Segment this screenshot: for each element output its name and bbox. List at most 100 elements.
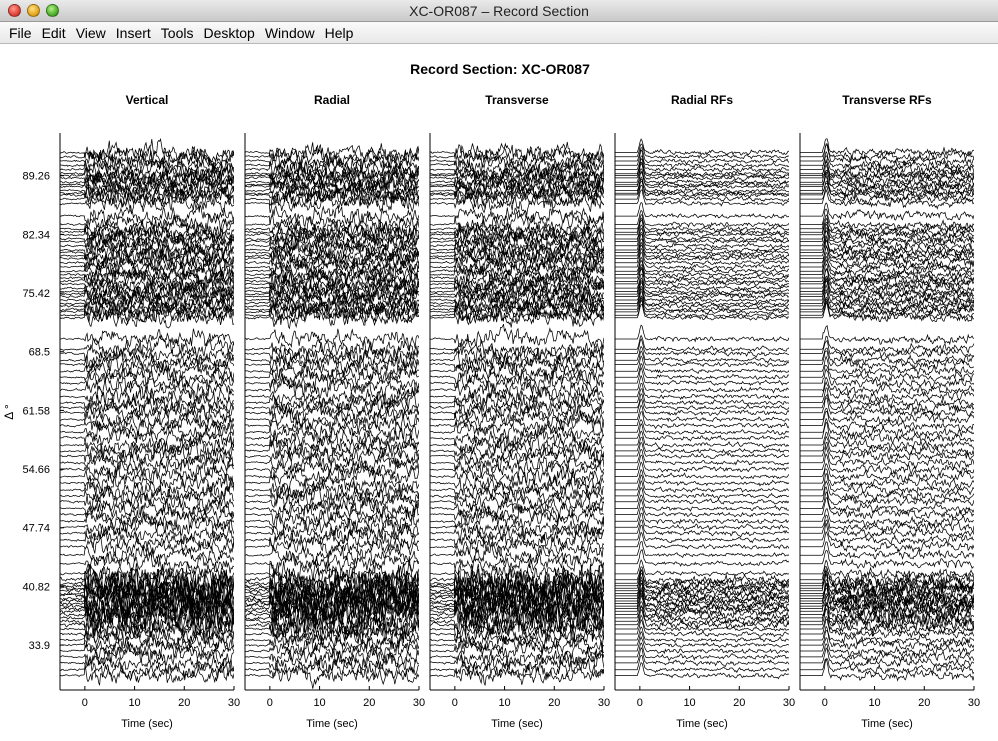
panel-vertical: Vertical 0 10 20 30 Time (sec) 89.26 82.34 75.42… <box>22 93 240 730</box>
record-section-figure: Record Section: XC-OR087 Δ ° Vertical 0 10… <box>2 61 980 730</box>
traces-group <box>245 142 419 689</box>
y-tick-label: 75.42 <box>22 288 50 300</box>
y-tick-label: 40.82 <box>22 581 50 593</box>
x-tick-label: 30 <box>783 697 795 709</box>
seismogram-trace <box>615 614 789 633</box>
panel-radial-rfs: Radial RFs 0 10 20 30 Time (sec) <box>614 93 795 730</box>
traces-group <box>615 138 789 680</box>
x-tick-label: 10 <box>868 697 880 709</box>
menu-tools[interactable]: Tools <box>156 25 199 41</box>
seismogram-trace <box>60 137 234 168</box>
seismogram-trace <box>615 494 789 512</box>
x-axis-label: Time (sec) <box>121 718 173 730</box>
menu-edit[interactable]: Edit <box>37 25 71 41</box>
seismogram-trace <box>800 658 974 675</box>
seismogram-trace <box>800 550 974 570</box>
y-axis-label: Δ ° <box>2 404 16 420</box>
seismogram-trace <box>615 138 789 156</box>
x-tick-label: 20 <box>363 697 375 709</box>
panel-title: Radial RFs <box>671 93 733 107</box>
seismogram-trace <box>615 507 789 525</box>
x-tick-label: 0 <box>82 697 88 709</box>
chart-title: Record Section: XC-OR087 <box>410 61 590 77</box>
x-axis-label: Time (sec) <box>306 718 358 730</box>
x-tick-label: 0 <box>822 697 828 709</box>
window-title: XC-OR087 – Record Section <box>409 3 589 19</box>
menu-file[interactable]: File <box>4 25 37 41</box>
seismogram-trace <box>615 398 789 416</box>
seismogram-trace <box>615 172 789 190</box>
seismogram-trace <box>615 299 789 319</box>
seismogram-trace <box>615 541 789 559</box>
seismogram-trace <box>430 552 604 573</box>
seismogram-trace <box>615 436 789 454</box>
x-axis-label: Time (sec) <box>676 718 728 730</box>
seismogram-trace <box>615 418 789 436</box>
y-tick-label: 33.9 <box>29 640 50 652</box>
y-tick-label: 82.34 <box>22 229 50 241</box>
seismogram-trace <box>615 227 789 245</box>
x-tick-label: 20 <box>733 697 745 709</box>
x-tick-label: 30 <box>968 697 980 709</box>
seismogram-trace <box>430 444 604 465</box>
x-tick-label: 20 <box>548 697 560 709</box>
seismogram-trace <box>60 328 234 348</box>
seismogram-trace <box>245 529 419 556</box>
x-tick-label: 20 <box>178 697 190 709</box>
y-tick-label: 68.5 <box>29 347 50 359</box>
seismogram-trace <box>430 338 604 361</box>
x-tick-label: 20 <box>918 697 930 709</box>
seismogram-trace <box>800 365 974 383</box>
seismogram-trace <box>800 462 974 483</box>
x-tick-label: 10 <box>128 697 140 709</box>
traces-group <box>60 137 234 686</box>
x-tick-label: 30 <box>598 697 610 709</box>
seismogram-trace <box>800 519 974 539</box>
panel-radial: Radial 0 10 20 30 Time (sec) <box>244 93 425 730</box>
y-tick-label: 61.58 <box>22 405 50 417</box>
seismogram-trace <box>800 138 974 158</box>
menu-view[interactable]: View <box>71 25 111 41</box>
menu-help[interactable]: Help <box>320 25 359 41</box>
seismogram-trace <box>430 664 604 686</box>
window-titlebar: XC-OR087 – Record Section <box>0 0 998 22</box>
seismogram-trace <box>60 458 234 481</box>
x-axis-label: Time (sec) <box>861 718 913 730</box>
seismogram-trace <box>60 535 234 557</box>
seismogram-trace <box>615 382 789 401</box>
x-tick-label: 0 <box>452 697 458 709</box>
menu-desktop[interactable]: Desktop <box>198 25 259 41</box>
y-tick-label: 89.26 <box>22 171 50 183</box>
y-tick-label: 47.74 <box>22 523 50 535</box>
seismogram-trace <box>60 519 234 544</box>
panel-title: Radial <box>314 93 350 107</box>
x-tick-label: 10 <box>498 697 510 709</box>
seismogram-trace <box>245 328 419 352</box>
panel-title: Transverse RFs <box>842 93 932 107</box>
x-tick-label: 10 <box>313 697 325 709</box>
seismogram-trace <box>615 662 789 680</box>
seismogram-trace <box>60 361 234 383</box>
x-tick-label: 0 <box>267 697 273 709</box>
traces-group <box>800 138 974 682</box>
menu-bar: File Edit View Insert Tools Desktop Wind… <box>0 22 998 44</box>
panel-transverse-rfs: Transverse RFs 0 10 20 30 Time (sec) <box>799 93 980 730</box>
seismogram-trace <box>615 404 789 423</box>
seismogram-trace <box>615 531 789 550</box>
seismogram-trace <box>615 345 789 364</box>
panel-title: Transverse <box>485 93 549 107</box>
seismogram-trace <box>615 618 789 638</box>
seismogram-trace <box>60 551 234 574</box>
x-axis-label: Time (sec) <box>491 718 543 730</box>
panel-title: Vertical <box>126 93 169 107</box>
panel-transverse: Transverse 0 10 20 30 Time (sec) <box>429 93 610 730</box>
y-tick-label: 54.66 <box>22 464 50 476</box>
seismogram-trace <box>430 323 604 348</box>
seismogram-trace <box>245 503 419 526</box>
seismogram-trace <box>430 419 604 441</box>
menu-insert[interactable]: Insert <box>111 25 156 41</box>
seismogram-trace <box>615 548 789 567</box>
menu-window[interactable]: Window <box>260 25 320 41</box>
seismogram-trace <box>800 441 974 462</box>
seismogram-trace <box>430 341 604 364</box>
